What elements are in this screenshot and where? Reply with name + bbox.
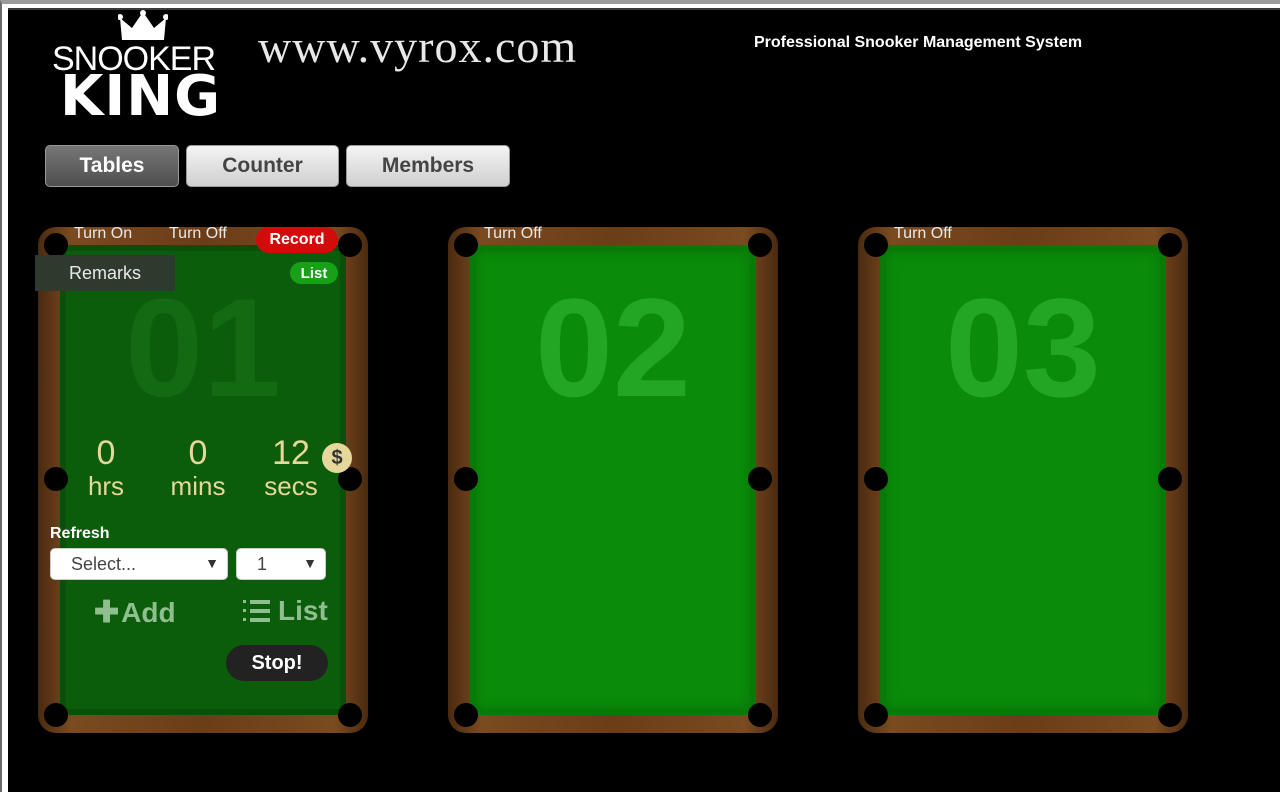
stop-button[interactable]: Stop! [226, 645, 328, 681]
pocket [864, 233, 888, 257]
table-number[interactable]: 02 [448, 267, 778, 429]
hours-display: 0 hrs [82, 435, 130, 501]
hours-value: 0 [96, 434, 116, 472]
pocket [748, 233, 772, 257]
minutes-label: mins [170, 471, 226, 501]
pocket [748, 703, 772, 727]
pocket [44, 703, 68, 727]
pocket [1158, 703, 1182, 727]
record-button[interactable]: Record [256, 227, 338, 253]
tagline: Professional Snooker Management System [754, 34, 1083, 51]
refresh-link[interactable]: Refresh [50, 525, 110, 543]
logo-king-text: KING [60, 64, 222, 129]
pocket [864, 703, 888, 727]
pocket [1158, 233, 1182, 257]
seconds-value: 12 [272, 434, 310, 472]
pocket [454, 467, 478, 491]
pocket [338, 233, 362, 257]
item-select-value: Select... [71, 553, 137, 574]
pocket [454, 233, 478, 257]
remarks-button[interactable]: Remarks [35, 255, 175, 291]
tab-members[interactable]: Members [346, 145, 510, 187]
item-select[interactable]: Select... ▼ [50, 548, 228, 580]
add-label: Add [121, 596, 176, 628]
seconds-display: 12 secs [256, 435, 326, 501]
crown-icon [118, 10, 168, 40]
pocket [864, 467, 888, 491]
dropdown-arrow-icon: ▼ [303, 555, 317, 571]
minutes-display: 0 mins [162, 435, 234, 501]
table-01: 01 Turn On Turn Off Record Remarks List … [35, 225, 368, 733]
pocket [1158, 467, 1182, 491]
turn-off-button[interactable]: Turn Off [169, 225, 227, 243]
list-button[interactable]: List [242, 595, 328, 627]
tab-tables[interactable]: Tables [45, 145, 179, 187]
plus-icon: ✚ [94, 596, 120, 629]
minutes-value: 0 [188, 434, 208, 472]
pocket [338, 703, 362, 727]
table-02: 02 Turn Off [448, 225, 778, 733]
quantity-select[interactable]: 1 ▼ [236, 548, 326, 580]
hours-label: hrs [87, 471, 125, 501]
list-icon [243, 600, 270, 622]
quantity-select-value: 1 [257, 553, 268, 574]
seconds-label: secs [264, 471, 318, 501]
pocket [454, 703, 478, 727]
table-number: 01 [125, 269, 281, 426]
turn-off-button[interactable]: Turn Off [894, 225, 952, 243]
tab-counter[interactable]: Counter [186, 145, 339, 187]
list-badge-button[interactable]: List [290, 262, 338, 284]
turn-on-button[interactable]: Turn On [74, 225, 132, 243]
add-button[interactable]: ✚ Add [94, 595, 176, 630]
site-url: www.vyrox.com [258, 21, 578, 72]
dropdown-arrow-icon: ▼ [205, 555, 219, 571]
pocket [44, 233, 68, 257]
list-label: List [278, 595, 328, 626]
snooker-king-logo: SNOOKER KING [44, 8, 234, 129]
dollar-icon[interactable]: $ [322, 443, 352, 473]
turn-off-button[interactable]: Turn Off [484, 225, 542, 243]
table-03: 03 Turn Off [858, 225, 1188, 733]
table-number[interactable]: 03 [858, 267, 1188, 429]
pocket [44, 467, 68, 491]
pocket [748, 467, 772, 491]
